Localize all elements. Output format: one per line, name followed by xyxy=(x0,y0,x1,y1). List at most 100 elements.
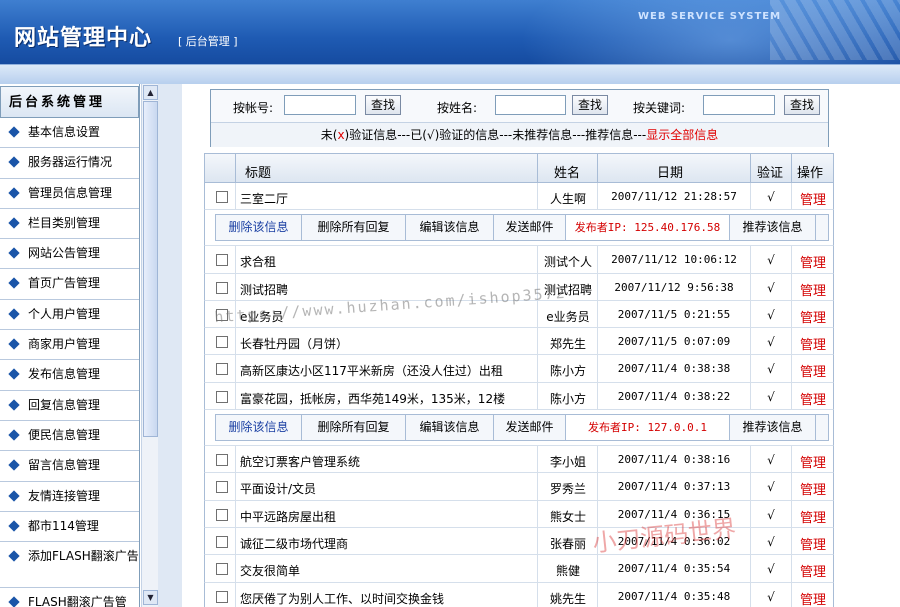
row-title[interactable]: 航空订票客户管理系统 xyxy=(240,453,535,470)
delete-post-button[interactable]: 删除该信息 xyxy=(216,415,302,441)
row-title[interactable]: 富豪花园，抵帐房，西华苑149米，135米，12楼 xyxy=(240,390,535,407)
row-checkbox[interactable] xyxy=(216,390,228,403)
manage-link[interactable]: 管理 xyxy=(792,561,834,580)
sidebar-item-server-status[interactable]: 服务器运行情况 xyxy=(0,148,139,179)
manage-link[interactable]: 管理 xyxy=(792,307,834,326)
send-email-button[interactable]: 发送邮件 xyxy=(494,215,566,241)
system-name: WEB SERVICE SYSTEM xyxy=(638,11,782,22)
sidebar-item-posts[interactable]: 发布信息管理 xyxy=(0,360,139,391)
check-icon[interactable]: √ xyxy=(752,335,790,349)
row-title[interactable]: 长春牡丹园（月饼） xyxy=(240,335,535,352)
row-title[interactable]: 诚征二级市场代理商 xyxy=(240,535,535,552)
send-email-button[interactable]: 发送邮件 xyxy=(494,415,566,441)
keyword-search-button[interactable]: 查找 xyxy=(784,95,821,115)
account-search-button[interactable]: 查找 xyxy=(365,95,402,115)
check-icon[interactable]: √ xyxy=(752,281,790,295)
row-title[interactable]: 交友很简单 xyxy=(240,562,535,579)
row-title[interactable]: 三室二厅 xyxy=(240,190,535,207)
diamond-icon xyxy=(8,520,20,532)
sidebar-item-basic-settings[interactable]: 基本信息设置 xyxy=(0,118,139,149)
edit-post-button[interactable]: 编辑该信息 xyxy=(406,215,494,241)
check-icon[interactable]: √ xyxy=(752,308,790,322)
row-checkbox[interactable] xyxy=(216,281,228,294)
row-date: 2007/11/4 0:38:38 xyxy=(617,362,731,376)
sidebar-item-city-114[interactable]: 都市114管理 xyxy=(0,511,139,543)
check-icon[interactable]: √ xyxy=(752,590,790,604)
sidebar-item-convenience[interactable]: 便民信息管理 xyxy=(0,420,139,452)
manage-link[interactable]: 管理 xyxy=(792,507,834,526)
row-title[interactable]: 中平远路房屋出租 xyxy=(240,508,535,525)
sidebar-item-personal-users[interactable]: 个人用户管理 xyxy=(0,299,139,331)
manage-link[interactable]: 管理 xyxy=(792,589,834,607)
check-icon[interactable]: √ xyxy=(752,390,790,404)
filter-verified-post[interactable]: )验证的信息---未推荐信息---推荐信息--- xyxy=(435,128,647,142)
account-label: 按帐号: xyxy=(233,101,274,115)
sidebar-item-admins[interactable]: 管理员信息管理 xyxy=(0,178,139,209)
search-row: 按帐号: 查找 按姓名: 查找 按关键词: 查找 xyxy=(211,90,828,122)
manage-link[interactable]: 管理 xyxy=(792,452,834,471)
row-checkbox[interactable] xyxy=(216,254,228,267)
check-icon[interactable]: √ xyxy=(752,508,790,522)
scroll-down-icon[interactable]: ▼ xyxy=(143,590,158,605)
diamond-icon xyxy=(8,186,20,199)
delete-replies-button[interactable]: 删除所有回复 xyxy=(302,215,406,241)
sidebar-item-add-flash-ad[interactable]: 添加FLASH翻滚广告 xyxy=(0,542,139,589)
manage-link[interactable]: 管理 xyxy=(792,189,834,208)
delete-post-button[interactable]: 删除该信息 xyxy=(216,215,302,241)
keyword-search-input[interactable] xyxy=(703,95,775,115)
edit-post-button[interactable]: 编辑该信息 xyxy=(406,415,494,441)
recommend-button[interactable]: 推荐该信息 xyxy=(730,215,816,241)
row-checkbox[interactable] xyxy=(216,563,228,576)
row-checkbox[interactable] xyxy=(216,336,228,349)
manage-link[interactable]: 管理 xyxy=(792,280,834,299)
account-search-input[interactable] xyxy=(284,95,356,115)
row-title[interactable]: 您厌倦了为别人工作、以时间交换金钱 xyxy=(240,590,535,607)
row-checkbox[interactable] xyxy=(216,590,228,603)
check-icon[interactable]: √ xyxy=(752,562,790,576)
row-title[interactable]: 高新区康达小区117平米新房（还没人住过）出租 xyxy=(240,362,535,379)
sidebar-scrollbar[interactable]: ▲ ▼ xyxy=(141,84,158,607)
manage-link[interactable]: 管理 xyxy=(792,252,834,271)
manage-link[interactable]: 管理 xyxy=(792,334,834,353)
row-date: 2007/11/4 0:35:48 xyxy=(617,589,731,603)
row-name: 李小姐 xyxy=(549,455,586,470)
filter-unverified-pre[interactable]: 未( xyxy=(321,128,338,142)
manage-link[interactable]: 管理 xyxy=(792,534,834,553)
check-icon[interactable]: √ xyxy=(752,480,790,494)
row-date: 2007/11/12 10:06:12 xyxy=(611,253,737,267)
check-icon[interactable]: √ xyxy=(752,253,790,267)
row-checkbox[interactable] xyxy=(216,191,228,203)
filter-unverified-post[interactable]: )验证信息---已( xyxy=(345,128,427,142)
row-checkbox[interactable] xyxy=(216,535,228,548)
delete-replies-button[interactable]: 删除所有回复 xyxy=(302,415,406,441)
check-icon[interactable]: √ xyxy=(752,362,790,376)
sidebar-item-categories[interactable]: 栏目类别管理 xyxy=(0,208,139,240)
row-title[interactable]: 求合租 xyxy=(240,253,535,270)
name-search-button[interactable]: 查找 xyxy=(572,95,609,115)
unverified-x-icon[interactable]: x xyxy=(337,128,344,142)
recommend-button[interactable]: 推荐该信息 xyxy=(730,415,816,441)
sidebar-item-merchant-users[interactable]: 商家用户管理 xyxy=(0,330,139,361)
scroll-thumb[interactable] xyxy=(143,101,158,437)
sidebar-item-replies[interactable]: 回复信息管理 xyxy=(0,390,139,421)
check-icon[interactable]: √ xyxy=(752,535,790,549)
row-checkbox[interactable] xyxy=(216,508,228,521)
verified-check-icon[interactable]: √ xyxy=(427,128,435,142)
check-icon[interactable]: √ xyxy=(752,453,790,467)
sidebar-item-messages[interactable]: 留言信息管理 xyxy=(0,451,139,482)
sidebar-item-home-ads[interactable]: 首页广告管理 xyxy=(0,269,139,300)
sidebar-item-links[interactable]: 友情连接管理 xyxy=(0,481,139,512)
sidebar-item-flash-ads[interactable]: FLASH翻滚广告管 xyxy=(0,588,139,607)
scroll-up-icon[interactable]: ▲ xyxy=(143,85,158,100)
show-all-link[interactable]: 显示全部信息 xyxy=(646,128,718,142)
row-checkbox[interactable] xyxy=(216,481,228,494)
row-checkbox[interactable] xyxy=(216,454,228,467)
row-checkbox[interactable] xyxy=(216,363,228,376)
check-icon[interactable]: √ xyxy=(752,190,790,204)
row-title[interactable]: 平面设计/文员 xyxy=(240,480,535,497)
sidebar-item-announcements[interactable]: 网站公告管理 xyxy=(0,239,139,270)
name-search-input[interactable] xyxy=(495,95,566,115)
manage-link[interactable]: 管理 xyxy=(792,389,834,408)
manage-link[interactable]: 管理 xyxy=(792,361,834,380)
manage-link[interactable]: 管理 xyxy=(792,479,834,498)
